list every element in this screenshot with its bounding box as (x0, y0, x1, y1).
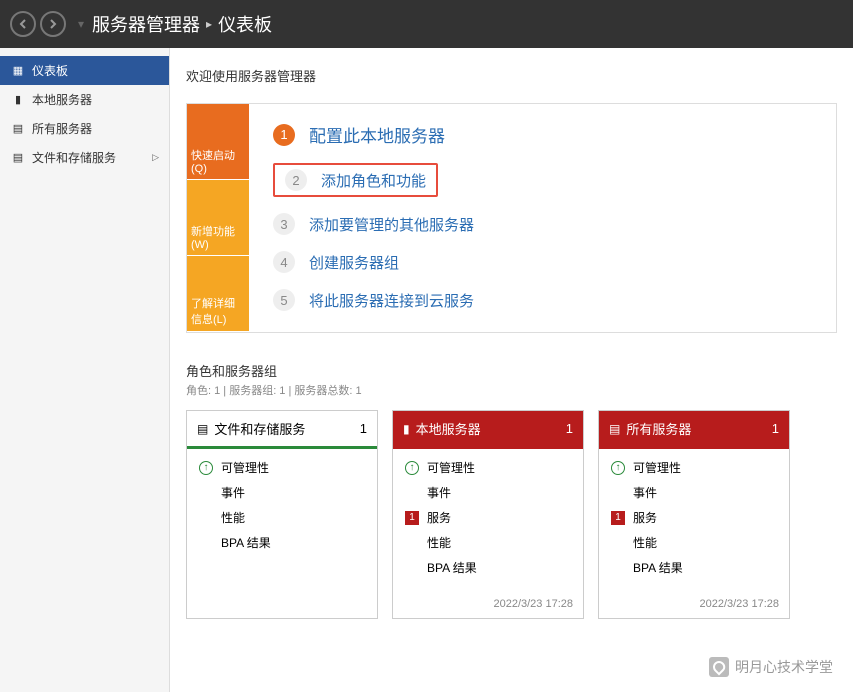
step-label: 添加要管理的其他服务器 (309, 214, 474, 235)
sidebar-item-dashboard[interactable]: ▦ 仪表板 (0, 56, 169, 85)
step-number: 5 (273, 289, 295, 311)
roles-section-title: 角色和服务器组 (186, 361, 837, 380)
welcome-title: 欢迎使用服务器管理器 (186, 66, 837, 85)
tile-row[interactable]: BPA 结果 (405, 559, 571, 576)
tile-header: ▤ 所有服务器 1 (599, 411, 789, 449)
sidebar-item-label: 所有服务器 (32, 120, 92, 137)
tile-header: ▮ 本地服务器 1 (393, 411, 583, 449)
watermark: 明月心技术学堂 (709, 657, 833, 677)
storage-icon: ▤ (10, 151, 26, 164)
alert-icon: 1 (405, 511, 419, 525)
tile-timestamp: 2022/3/23 17:28 (393, 594, 583, 618)
step-label: 将此服务器连接到云服务 (309, 290, 474, 311)
tab-learnmore[interactable]: 了解详细信息(L) (187, 256, 249, 332)
tile-row[interactable]: 性能 (199, 509, 365, 526)
ok-icon (199, 461, 213, 475)
ok-icon (611, 461, 625, 475)
server-icon: ▮ (10, 93, 26, 106)
step-number: 1 (273, 124, 295, 146)
tile-row[interactable]: 1服务 (405, 509, 571, 526)
tile-row[interactable]: BPA 结果 (199, 534, 365, 551)
forward-button[interactable] (40, 11, 66, 37)
dashboard-icon: ▦ (10, 64, 26, 77)
main-content: 欢迎使用服务器管理器 快速启动(Q) 新增功能(W) 了解详细信息(L) 1 配… (170, 48, 853, 692)
breadcrumb-app[interactable]: 服务器管理器 (92, 11, 200, 37)
tile-timestamp: 2022/3/23 17:28 (599, 594, 789, 618)
chevron-right-icon: ▷ (152, 152, 159, 163)
tile-count: 1 (772, 421, 779, 436)
sidebar-item-file-storage[interactable]: ▤ 文件和存储服务 ▷ (0, 143, 169, 172)
tile-row[interactable]: 可管理性 (199, 459, 365, 476)
tile-row[interactable]: 可管理性 (611, 459, 777, 476)
tiles-row: ▤ 文件和存储服务 1 可管理性 事件 性能 BPA 结果 ▮ (186, 410, 837, 619)
storage-icon: ▤ (197, 422, 208, 436)
step-label: 创建服务器组 (309, 252, 399, 273)
server-icon: ▮ (403, 422, 410, 436)
step-label: 添加角色和功能 (321, 170, 426, 191)
tile-row[interactable]: 事件 (611, 484, 777, 501)
tile-count: 1 (360, 421, 367, 436)
tile-body: 可管理性 事件 1服务 性能 BPA 结果 (599, 449, 789, 594)
tile-row[interactable]: 1服务 (611, 509, 777, 526)
tile-timestamp (187, 584, 377, 596)
tile-body: 可管理性 事件 性能 BPA 结果 (187, 449, 377, 584)
tile-row[interactable]: BPA 结果 (611, 559, 777, 576)
step-number: 4 (273, 251, 295, 273)
tab-whatsnew[interactable]: 新增功能(W) (187, 180, 249, 256)
tile-count: 1 (566, 421, 573, 436)
tile-title-label: 文件和存储服务 (214, 419, 305, 438)
tab-quickstart[interactable]: 快速启动(Q) (187, 104, 249, 180)
tile-local-server[interactable]: ▮ 本地服务器 1 可管理性 事件 1服务 性能 BPA 结果 2022/3/2… (392, 410, 584, 619)
sidebar: ▦ 仪表板 ▮ 本地服务器 ▤ 所有服务器 ▤ 文件和存储服务 ▷ (0, 48, 170, 692)
sidebar-item-label: 仪表板 (32, 62, 68, 79)
breadcrumb-page: 仪表板 (218, 11, 272, 37)
step-connect-cloud[interactable]: 5 将此服务器连接到云服务 (273, 289, 812, 311)
breadcrumb: 服务器管理器 ▸ 仪表板 (92, 11, 272, 37)
quickstart-panel: 快速启动(Q) 新增功能(W) 了解详细信息(L) 1 配置此本地服务器 2 添… (186, 103, 837, 333)
tile-row[interactable]: 性能 (405, 534, 571, 551)
step-add-roles[interactable]: 2 添加角色和功能 (273, 163, 812, 197)
tile-row[interactable]: 事件 (405, 484, 571, 501)
roles-section-subtitle: 角色: 1 | 服务器组: 1 | 服务器总数: 1 (186, 382, 837, 398)
quickstart-steps: 1 配置此本地服务器 2 添加角色和功能 3 添加要管理的其他服务器 4 创建服… (249, 104, 836, 332)
tile-header: ▤ 文件和存储服务 1 (187, 411, 377, 449)
tile-title-label: 本地服务器 (416, 419, 481, 438)
watermark-text: 明月心技术学堂 (735, 657, 833, 677)
divider: ▾ (78, 17, 84, 31)
tile-body: 可管理性 事件 1服务 性能 BPA 结果 (393, 449, 583, 594)
alert-icon: 1 (611, 511, 625, 525)
step-add-servers[interactable]: 3 添加要管理的其他服务器 (273, 213, 812, 235)
sidebar-item-all-servers[interactable]: ▤ 所有服务器 (0, 114, 169, 143)
ok-icon (405, 461, 419, 475)
step-create-group[interactable]: 4 创建服务器组 (273, 251, 812, 273)
tile-row[interactable]: 性能 (611, 534, 777, 551)
sidebar-item-label: 文件和存储服务 (32, 149, 116, 166)
back-button[interactable] (10, 11, 36, 37)
step-configure-server[interactable]: 1 配置此本地服务器 (273, 122, 812, 147)
servers-icon: ▤ (609, 422, 620, 436)
step-number: 3 (273, 213, 295, 235)
sidebar-item-local-server[interactable]: ▮ 本地服务器 (0, 85, 169, 114)
chevron-right-icon: ▸ (206, 17, 212, 31)
tile-all-servers[interactable]: ▤ 所有服务器 1 可管理性 事件 1服务 性能 BPA 结果 2022/3/2… (598, 410, 790, 619)
sidebar-item-label: 本地服务器 (32, 91, 92, 108)
servers-icon: ▤ (10, 122, 26, 135)
tile-row[interactable]: 事件 (199, 484, 365, 501)
tile-row[interactable]: 可管理性 (405, 459, 571, 476)
step-number: 2 (285, 169, 307, 191)
quickstart-tabs: 快速启动(Q) 新增功能(W) 了解详细信息(L) (187, 104, 249, 332)
title-bar: ▾ 服务器管理器 ▸ 仪表板 (0, 0, 853, 48)
tile-title-label: 所有服务器 (626, 419, 691, 438)
tile-file-storage[interactable]: ▤ 文件和存储服务 1 可管理性 事件 性能 BPA 结果 (186, 410, 378, 619)
step-label: 配置此本地服务器 (309, 122, 445, 147)
wechat-icon (709, 657, 729, 677)
highlight-box: 2 添加角色和功能 (273, 163, 438, 197)
